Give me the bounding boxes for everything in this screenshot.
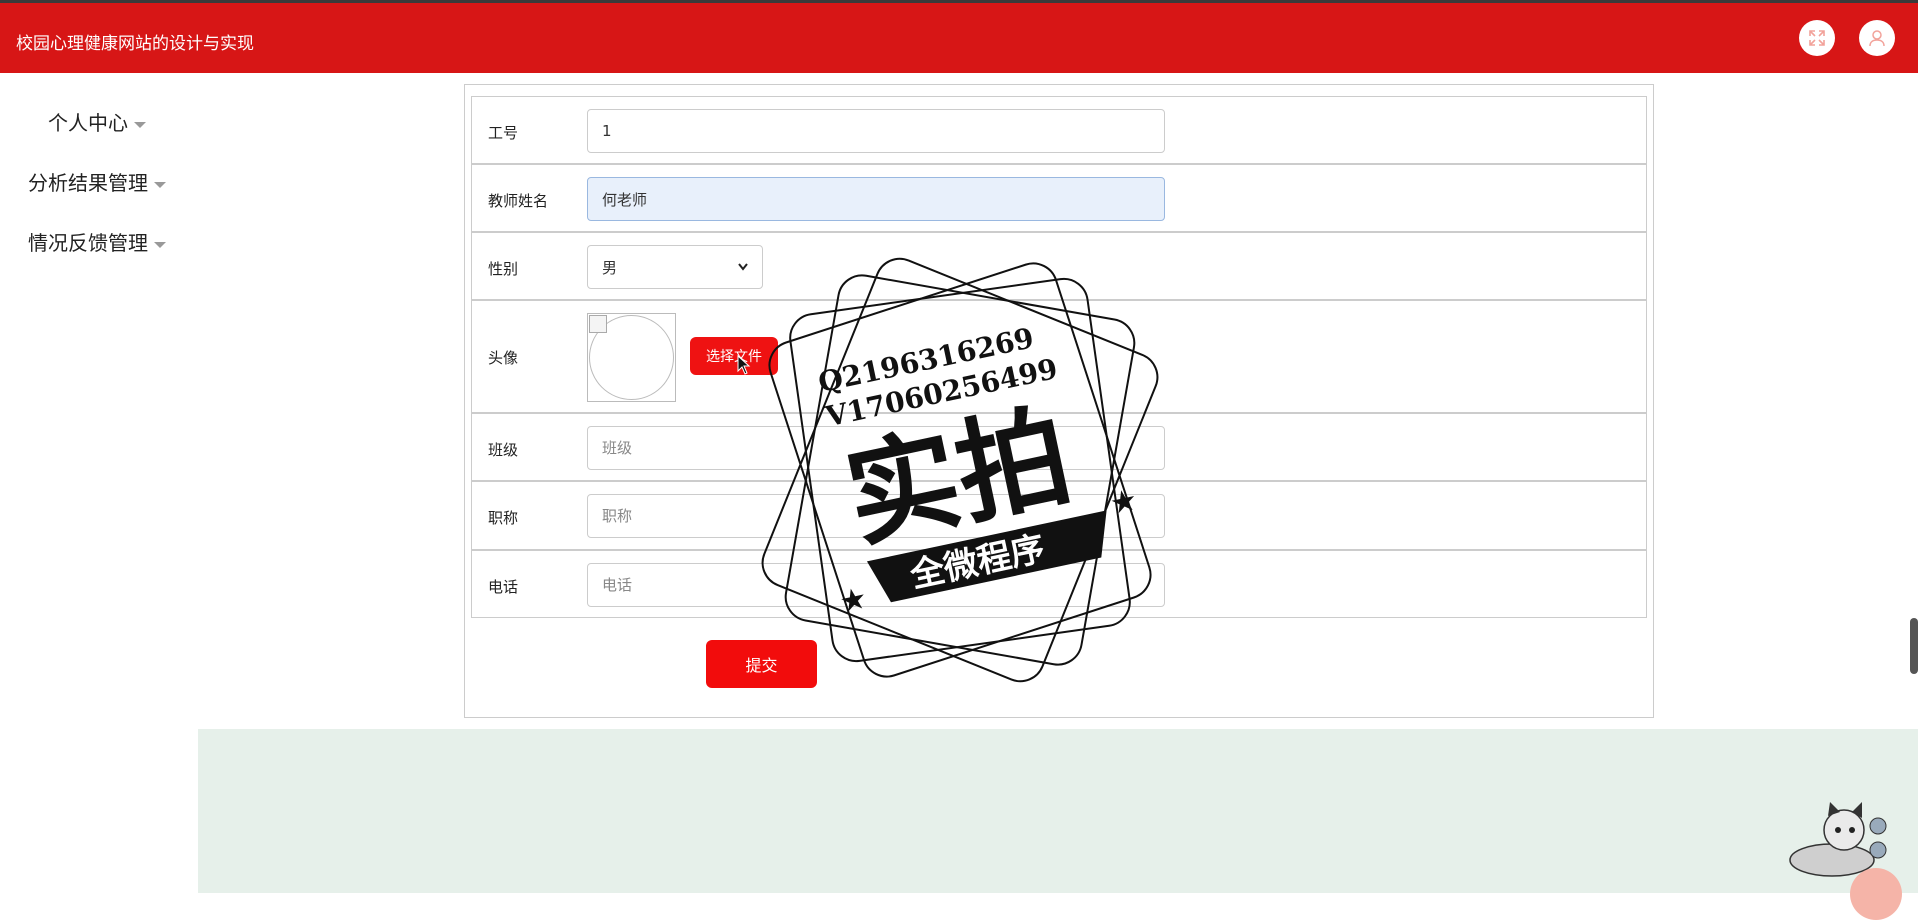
scrollbar-thumb[interactable] <box>1910 618 1918 674</box>
title-input[interactable] <box>587 494 1165 538</box>
form-row-phone: 电话 <box>471 550 1647 618</box>
sidebar-item-label: 个人中心 <box>48 111 128 135</box>
job-no-label: 工号 <box>488 124 519 142</box>
gender-selected: 男 <box>602 258 618 277</box>
fullscreen-icon <box>1809 30 1825 46</box>
form-row-class: 班级 <box>471 413 1647 481</box>
teacher-form: 工号 教师姓名 性别 男 头像 选择文件 班级 职称 电话 <box>464 84 1654 718</box>
gender-label: 性别 <box>488 260 519 278</box>
teacher-name-input[interactable] <box>587 177 1165 221</box>
gender-select[interactable]: 男 <box>587 245 763 289</box>
choose-file-button[interactable]: 选择文件 <box>690 337 778 375</box>
app-title: 校园心理健康网站的设计与实现 <box>16 34 254 54</box>
caret-down-icon <box>154 181 166 188</box>
class-input[interactable] <box>587 426 1165 470</box>
fullscreen-button[interactable] <box>1799 20 1835 56</box>
user-button[interactable] <box>1859 20 1895 56</box>
avatar-label: 头像 <box>488 349 519 367</box>
mouse-cursor-icon <box>737 355 751 375</box>
teacher-name-label: 教师姓名 <box>488 192 549 210</box>
phone-input[interactable] <box>587 563 1165 607</box>
sidebar-item-personal-center[interactable]: 个人中心 <box>48 107 146 136</box>
back-to-top-button[interactable] <box>1850 868 1902 920</box>
form-row-teacher-name: 教师姓名 <box>471 164 1647 232</box>
sidebar-item-label: 分析结果管理 <box>28 171 148 195</box>
caret-down-icon <box>154 241 166 248</box>
title-label: 职称 <box>488 509 519 527</box>
form-row-job-no: 工号 <box>471 96 1647 164</box>
class-label: 班级 <box>488 441 519 459</box>
caret-down-icon <box>134 121 146 128</box>
footer-band <box>198 729 1918 893</box>
form-row-title: 职称 <box>471 481 1647 550</box>
sidebar-item-analysis-results[interactable]: 分析结果管理 <box>28 167 166 196</box>
form-row-gender: 性别 男 <box>471 232 1647 300</box>
avatar-preview <box>587 313 676 402</box>
sidebar-item-label: 情况反馈管理 <box>28 231 148 255</box>
form-row-avatar: 头像 选择文件 <box>471 300 1647 413</box>
chevron-down-icon <box>738 263 748 271</box>
app-header: 校园心理健康网站的设计与实现 <box>0 3 1918 73</box>
job-no-input[interactable] <box>587 109 1165 153</box>
phone-label: 电话 <box>488 578 519 596</box>
sidebar-item-feedback[interactable]: 情况反馈管理 <box>28 227 166 256</box>
submit-button[interactable]: 提交 <box>706 640 817 688</box>
broken-image-icon <box>589 315 607 333</box>
user-icon <box>1869 30 1885 47</box>
